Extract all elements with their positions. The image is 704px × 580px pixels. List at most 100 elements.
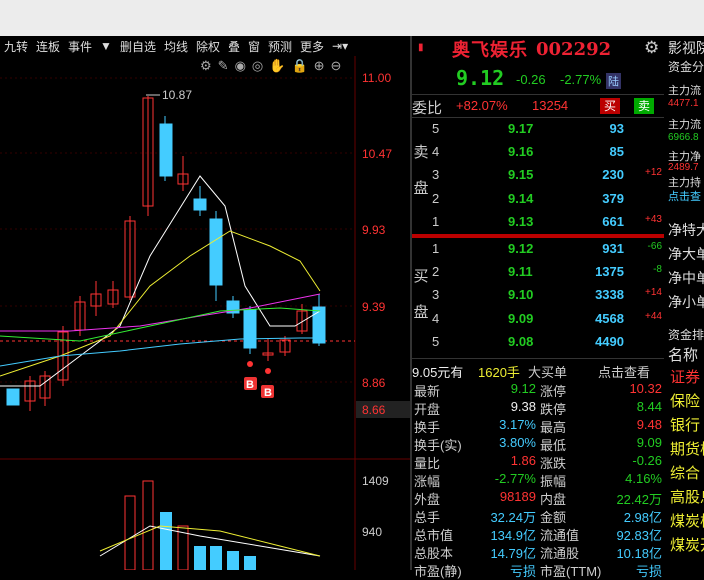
net-flow-label: 净小单 [668,294,704,310]
order-volume: 379 [602,190,624,206]
price-axis-tick: 9.93 [362,223,386,237]
toolbar-item[interactable]: 预测 [264,38,296,55]
sector-item[interactable]: 证券 [670,366,700,387]
flag-icon: ▮ [418,42,424,53]
stat-row: 换手 3.17% 最高 9.48 [412,416,664,435]
order-volume: 93 [609,121,624,136]
sector-item[interactable]: 期货板 [670,438,704,459]
toolbar-item[interactable]: 除权 [192,38,224,55]
net-flow-label: 净中单 [668,270,704,286]
buy-button[interactable]: 买 [600,98,621,114]
stat-row: 最新 9.12 涨停 10.32 [412,380,664,399]
stat-row: 总股本 14.79亿 流通股 10.18亿 [412,542,664,561]
order-level: 4 [432,310,440,326]
toolbar-item[interactable]: 连板 [32,38,64,55]
stat-row: 市盈(静) 亏损 市盈(TTM) 亏损 [412,560,664,579]
order-volume: 1375 [595,264,624,280]
fund-flow-value: 6966.8 [668,132,699,143]
order-volume: 931 [602,241,624,256]
expand-icon[interactable]: ⇥▾ [328,39,352,53]
order-book-row: 4 9.09 4568 +44 [412,308,664,331]
stat-label: 市盈(TTM) [540,564,602,579]
stat-value: 3.80% [499,435,536,450]
stat-value: 亏损 [635,564,662,579]
stat-value: 98189 [499,489,536,504]
stat-row: 换手(实) 3.80% 最低 9.09 [412,434,664,453]
order-book-row: 5 9.08 4490 [412,331,664,354]
net-flow-label: 净特大 [668,222,704,238]
rank-column-name: 名称 [668,347,699,364]
toolbar-item[interactable]: 九转 [0,38,32,55]
last-price: 9.12 [456,66,505,90]
order-volume: 3338 [595,287,624,303]
toolbar-item[interactable]: 叠 [224,38,244,55]
stock-name: 奥飞娱乐 [452,40,528,61]
kline-chart[interactable]: 10.87 B B 11.00 10.47 9.93 9.39 8.86 8.6… [0,56,410,570]
stat-row: 量比 1.86 涨跌 -0.26 [412,452,664,471]
order-level: 2 [432,190,440,206]
fund-flow-value: 2489.7 [668,162,699,173]
order-price: 9.17 [508,121,534,136]
sell-button[interactable]: 卖 [634,98,655,114]
stat-row: 外盘 98189 内盘 22.42万 [412,488,664,507]
stat-value: 1.86 [510,453,536,468]
chart-toolbar: 九转 连板 事件 ▼ 删自选 均线 除权叠窗预测 更多 ⇥▾ [0,36,410,56]
sector-item[interactable]: 保险 [670,390,700,411]
sector-panel: 影视院 资金分 主力流 4477.1 主力流 6966.8 主力净 2489.7… [666,36,704,570]
order-level: 2 [432,264,440,280]
stat-value: 9.48 [636,417,662,432]
quote-panel: ▮ 奥飞娱乐 002292 ⚙ 9.12 -0.26 -2.77% 陆 委比 +… [412,36,664,579]
sector-item[interactable]: 煤炭板 [670,510,704,531]
order-delta: -66 [647,241,662,252]
order-diff-value: 13254 [532,98,569,113]
toolbar-item[interactable]: 窗 [244,38,264,55]
net-flow-label: 净大单 [668,246,704,262]
sector-title: 影视院 [668,40,704,56]
current-price-axis-label: 8.66 [362,403,386,417]
svg-text:B: B [264,387,272,399]
sector-item[interactable]: 综合 [670,462,700,483]
stat-row: 涨幅 -2.77% 振幅 4.16% [412,470,664,489]
order-delta: +12 [645,167,662,179]
rank-header: 资金排 [668,328,704,342]
order-book-row: 2 9.14 379 [412,188,664,211]
order-delta: +44 [645,310,662,322]
sector-item[interactable]: 银行 [670,414,700,435]
price-change: -0.26 [516,72,546,87]
toolbar-item[interactable]: 均线 [160,38,192,55]
gear-icon[interactable]: ⚙ [644,38,659,58]
stock-code: 002292 [536,38,612,60]
order-volume: 4568 [595,310,624,326]
sector-item[interactable]: 煤炭开 [670,534,704,555]
fund-flow-label: 主力流 [668,85,701,97]
order-volume: 4490 [595,333,624,349]
toolbar-item[interactable]: 删自选 [116,38,160,55]
stat-row: 总手 32.24万 金额 2.98亿 [412,506,664,525]
toolbar-item[interactable]: ▼ [96,39,116,53]
price-axis-tick: 11.00 [362,71,391,85]
stat-row: 开盘 9.38 跌停 8.44 [412,398,664,417]
order-level: 3 [432,287,440,303]
price-axis-tick: 8.86 [362,376,386,390]
order-level: 5 [432,333,440,349]
stat-value: 8.44 [636,399,662,414]
toolbar-item[interactable]: 事件 [64,38,96,55]
order-delta: -8 [653,264,662,276]
toolbar-item[interactable]: 更多 [296,38,328,55]
order-price: 9.11 [508,264,533,280]
view-details-link[interactable]: 点击查看 [598,362,650,381]
order-price: 9.15 [508,167,534,183]
order-price: 9.10 [508,287,534,303]
order-book-row: 1 9.12 931 -66 [412,238,664,261]
order-price: 9.16 [508,144,534,160]
big-order-price: 9.05元有 [412,365,464,380]
high-price-label: 10.87 [162,88,192,102]
price-line: 9.12 -0.26 -2.77% 陆 [412,66,664,92]
order-delta: +43 [645,213,662,225]
fund-flow-link[interactable]: 点击查 [668,188,701,204]
order-ratio-label: 委比 [412,100,443,117]
stat-value: -2.77% [494,471,536,486]
sector-item[interactable]: 高股息 [670,486,704,507]
stat-value: 9.38 [510,399,536,414]
order-volume: 230 [602,167,624,183]
